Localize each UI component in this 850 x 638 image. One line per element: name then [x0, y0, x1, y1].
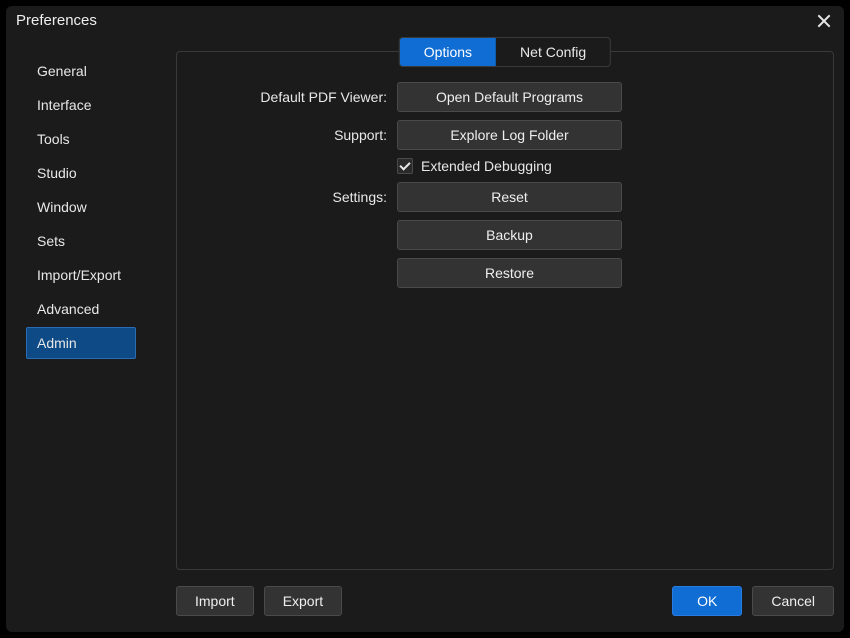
- dialog-footer: Import Export OK Cancel: [176, 570, 834, 622]
- close-icon[interactable]: [816, 13, 832, 29]
- extended-debugging-checkbox[interactable]: [397, 158, 413, 174]
- tab-options[interactable]: Options: [400, 38, 496, 66]
- titlebar: Preferences: [6, 6, 844, 37]
- footer-left: Import Export: [176, 586, 342, 616]
- category-sidebar: General Interface Tools Studio Window Se…: [16, 37, 176, 622]
- explore-log-folder-button[interactable]: Explore Log Folder: [397, 120, 622, 150]
- extended-debugging-checkbox-row: Extended Debugging: [397, 158, 552, 174]
- preferences-window: Preferences General Interface Tools Stud…: [6, 6, 844, 632]
- open-default-programs-button[interactable]: Open Default Programs: [397, 82, 622, 112]
- label-pdf-viewer: Default PDF Viewer:: [197, 89, 397, 105]
- sidebar-item-interface[interactable]: Interface: [26, 89, 136, 121]
- sidebar-item-import-export[interactable]: Import/Export: [26, 259, 136, 291]
- window-title: Preferences: [16, 12, 97, 29]
- extended-debugging-label: Extended Debugging: [421, 158, 552, 174]
- label-settings: Settings:: [197, 189, 397, 205]
- cancel-button[interactable]: Cancel: [752, 586, 834, 616]
- footer-right: OK Cancel: [672, 586, 834, 616]
- tab-strip: Options Net Config: [399, 37, 611, 67]
- row-settings-reset: Settings: Reset: [197, 182, 813, 212]
- sidebar-item-advanced[interactable]: Advanced: [26, 293, 136, 325]
- panel-wrapper: Options Net Config Default PDF Viewer: O…: [176, 37, 834, 570]
- ok-button[interactable]: OK: [672, 586, 742, 616]
- row-support: Support: Explore Log Folder: [197, 120, 813, 150]
- backup-button[interactable]: Backup: [397, 220, 622, 250]
- restore-button[interactable]: Restore: [397, 258, 622, 288]
- sidebar-item-tools[interactable]: Tools: [26, 123, 136, 155]
- content-area: General Interface Tools Studio Window Se…: [6, 37, 844, 632]
- sidebar-item-window[interactable]: Window: [26, 191, 136, 223]
- sidebar-item-admin[interactable]: Admin: [26, 327, 136, 359]
- label-support: Support:: [197, 127, 397, 143]
- row-pdf-viewer: Default PDF Viewer: Open Default Program…: [197, 82, 813, 112]
- export-button[interactable]: Export: [264, 586, 342, 616]
- main-area: Options Net Config Default PDF Viewer: O…: [176, 37, 834, 622]
- row-settings-restore: Restore: [197, 258, 813, 288]
- row-debugging: Extended Debugging: [197, 158, 813, 174]
- tab-net-config[interactable]: Net Config: [496, 38, 610, 66]
- reset-button[interactable]: Reset: [397, 182, 622, 212]
- sidebar-item-sets[interactable]: Sets: [26, 225, 136, 257]
- sidebar-item-general[interactable]: General: [26, 55, 136, 87]
- sidebar-item-studio[interactable]: Studio: [26, 157, 136, 189]
- options-panel: Default PDF Viewer: Open Default Program…: [176, 51, 834, 570]
- import-button[interactable]: Import: [176, 586, 254, 616]
- row-settings-backup: Backup: [197, 220, 813, 250]
